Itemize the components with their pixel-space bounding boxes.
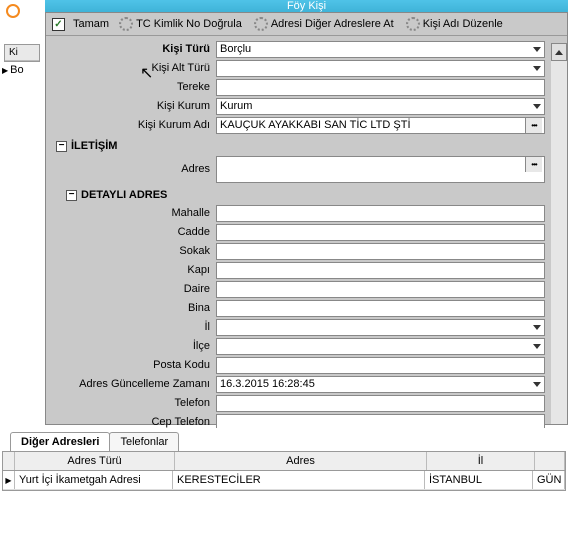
- daire-input[interactable]: [216, 281, 545, 298]
- label-mahalle: Mahalle: [50, 207, 216, 219]
- address-grid: Adres Türü Adres İl ▶ Yurt İçi İkametgah…: [2, 451, 566, 491]
- col-il[interactable]: İl: [427, 452, 535, 470]
- adresi-at-button[interactable]: Adresi Diğer Adreslere At: [252, 16, 396, 32]
- kisi-kurum-select[interactable]: Kurum: [216, 98, 545, 115]
- label-posta-kodu: Posta Kodu: [50, 359, 216, 371]
- cell-adres: KERESTECİLER: [173, 471, 425, 489]
- window-title-bar: Föy Kişi: [45, 0, 568, 12]
- loading-icon: [119, 17, 133, 31]
- tc-kimlik-button[interactable]: TC Kimlik No Doğrula: [117, 16, 244, 32]
- tamam-checkbox[interactable]: [52, 18, 65, 31]
- label-kisi-turu: Kişi Türü: [50, 43, 216, 55]
- collapse-icon[interactable]: −: [56, 141, 67, 152]
- label-adres-gunc: Adres Güncelleme Zamanı: [50, 378, 216, 390]
- adres-gunc-zaman-input[interactable]: 16.3.2015 16:28:45: [216, 376, 545, 393]
- label-cep-telefon: Cep Telefon: [50, 416, 216, 428]
- section-detayli-adres[interactable]: − DETAYLI ADRES: [66, 189, 545, 201]
- kapi-input[interactable]: [216, 262, 545, 279]
- kisi-adi-duzenle-button[interactable]: Kişi Adı Düzenle: [404, 16, 505, 32]
- label-telefon: Telefon: [50, 397, 216, 409]
- mahalle-input[interactable]: [216, 205, 545, 222]
- tab-telefonlar[interactable]: Telefonlar: [109, 432, 179, 451]
- label-kisi-kurum: Kişi Kurum: [50, 100, 216, 112]
- cadde-input[interactable]: [216, 224, 545, 241]
- col-extra[interactable]: [535, 452, 565, 470]
- cell-adres-turu: Yurt İçi İkametgah Adresi: [15, 471, 173, 489]
- tab-diger-adresleri[interactable]: Diğer Adresleri: [10, 432, 110, 451]
- window-title: Föy Kişi: [287, 0, 326, 12]
- label-kapi: Kapı: [50, 264, 216, 276]
- cell-extra: GÜN: [533, 471, 565, 489]
- telefon-input[interactable]: [216, 395, 545, 412]
- scroll-up-button[interactable]: [551, 43, 567, 61]
- col-adres-turu[interactable]: Adres Türü: [15, 452, 175, 470]
- label-bina: Bina: [50, 302, 216, 314]
- label-adres: Adres: [50, 163, 216, 175]
- label-kisi-kurum-adi: Kişi Kurum Adı: [50, 119, 216, 131]
- grid-row-selector-header: [3, 452, 15, 470]
- kisi-kurum-adi-input[interactable]: KAUÇUK AYAKKABI SAN TİC LTD ŞTİ: [216, 117, 545, 134]
- section-iletisim[interactable]: − İLETİŞİM: [56, 140, 545, 152]
- collapse-icon[interactable]: −: [66, 190, 77, 201]
- posta-kodu-input[interactable]: [216, 357, 545, 374]
- label-kisi-alt-turu: Kişi Alt Türü: [50, 62, 216, 74]
- adres-input[interactable]: [216, 156, 545, 183]
- tereke-input[interactable]: [216, 79, 545, 96]
- kisi-turu-select[interactable]: Borçlu: [216, 41, 545, 58]
- il-select[interactable]: [216, 319, 545, 336]
- bina-input[interactable]: [216, 300, 545, 317]
- label-ilce: İlçe: [50, 340, 216, 352]
- app-icon: [6, 4, 20, 18]
- label-tereke: Tereke: [50, 81, 216, 93]
- col-adres[interactable]: Adres: [175, 452, 427, 470]
- table-row[interactable]: ▶ Yurt İçi İkametgah Adresi KERESTECİLER…: [3, 471, 565, 490]
- left-column-stub: Ki: [4, 44, 40, 62]
- ilce-select[interactable]: [216, 338, 545, 355]
- tamam-label: Tamam: [73, 18, 109, 30]
- left-tab: Ki: [5, 45, 39, 61]
- label-il: İl: [50, 321, 216, 333]
- left-row-stub: Bo: [2, 64, 45, 76]
- label-daire: Daire: [50, 283, 216, 295]
- kisi-alt-turu-select[interactable]: [216, 60, 545, 77]
- right-edge: [551, 61, 567, 424]
- label-sokak: Sokak: [50, 245, 216, 257]
- label-cadde: Cadde: [50, 226, 216, 238]
- row-indicator-icon: ▶: [3, 471, 15, 489]
- loading-icon: [406, 17, 420, 31]
- toolbar: Tamam TC Kimlik No Doğrula Adresi Diğer …: [46, 13, 567, 36]
- cell-il: İSTANBUL: [425, 471, 533, 489]
- sokak-input[interactable]: [216, 243, 545, 260]
- loading-icon: [254, 17, 268, 31]
